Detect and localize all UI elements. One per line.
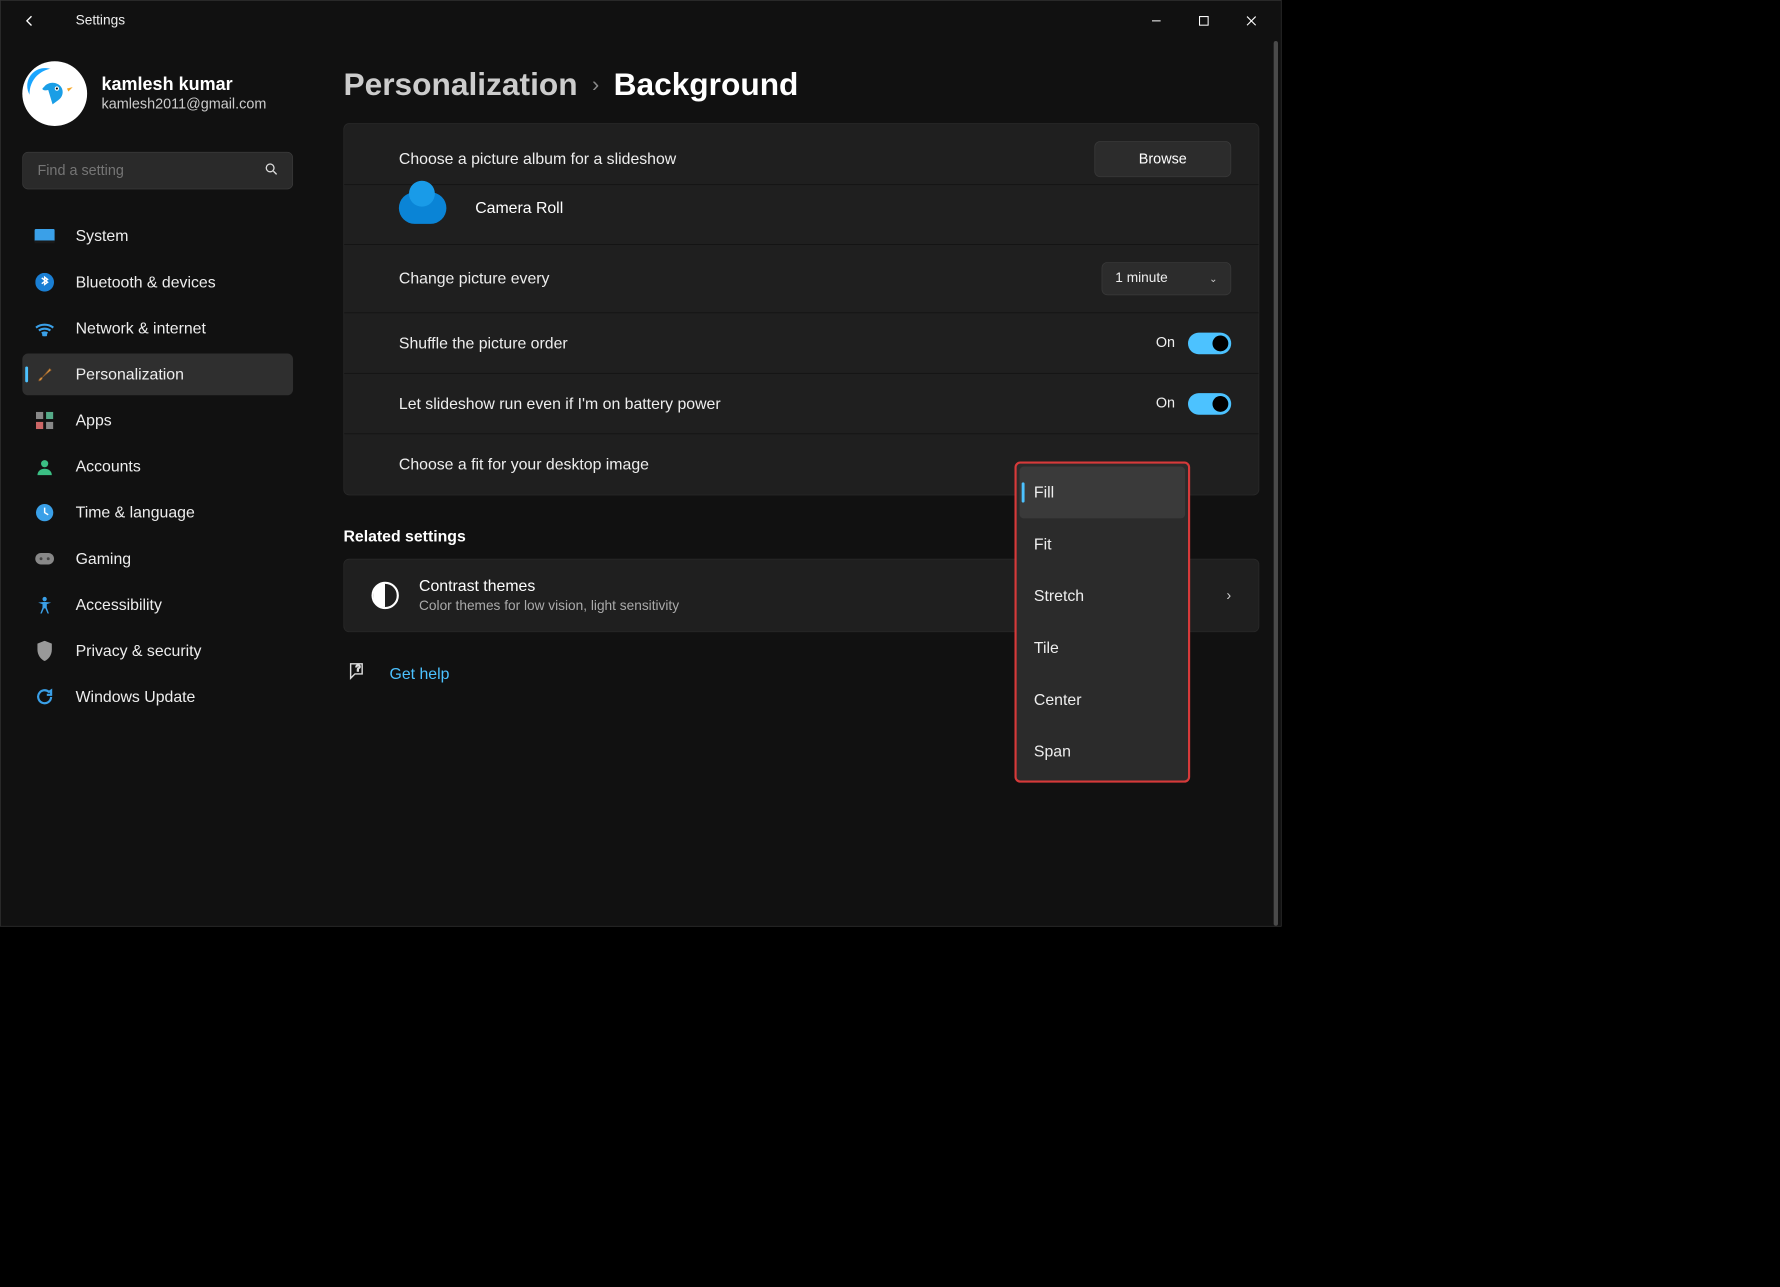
- album-name: Camera Roll: [475, 199, 563, 218]
- shuffle-label: Shuffle the picture order: [399, 334, 1139, 353]
- sidebar-item-label: Windows Update: [76, 688, 196, 707]
- battery-label: Let slideshow run even if I'm on battery…: [399, 394, 831, 413]
- sidebar-item-label: Personalization: [76, 365, 184, 384]
- interval-row: Change picture every 1 minute ⌄: [344, 245, 1258, 313]
- shuffle-state: On: [1156, 335, 1175, 352]
- help-icon: ?: [348, 661, 368, 686]
- fit-option-span[interactable]: Span: [1020, 726, 1186, 778]
- shield-icon: [34, 640, 56, 662]
- window-title: Settings: [76, 13, 125, 29]
- sidebar-item-label: Network & internet: [76, 319, 206, 338]
- sidebar-item-time[interactable]: Time & language: [22, 492, 293, 534]
- album-label: Choose a picture album for a slideshow: [399, 150, 1077, 169]
- sidebar-item-label: Privacy & security: [76, 642, 202, 661]
- contrast-icon: [372, 582, 399, 609]
- user-name: kamlesh kumar: [102, 74, 267, 95]
- user-email: kamlesh2011@gmail.com: [102, 96, 267, 113]
- gamepad-icon: [34, 548, 56, 570]
- battery-state: On: [1156, 395, 1175, 412]
- search-box[interactable]: [22, 152, 293, 189]
- chevron-down-icon: ⌄: [1209, 273, 1217, 285]
- profile[interactable]: kamlesh kumar kamlesh2011@gmail.com: [22, 61, 293, 126]
- sidebar-item-bluetooth[interactable]: Bluetooth & devices: [22, 261, 293, 303]
- search-input[interactable]: [37, 162, 265, 179]
- settings-window: Settings kamlesh kumar kamlesh2011@gmail…: [0, 0, 1282, 927]
- interval-dropdown[interactable]: 1 minute ⌄: [1102, 262, 1232, 295]
- fit-dropdown-flyout: Fill Fit Stretch Tile Center Span: [1014, 462, 1190, 783]
- maximize-button[interactable]: [1180, 5, 1228, 37]
- album-preview: Camera Roll: [344, 185, 1258, 245]
- person-icon: [34, 456, 56, 478]
- update-icon: [34, 686, 56, 708]
- sidebar-item-label: Gaming: [76, 549, 131, 568]
- browse-button[interactable]: Browse: [1094, 141, 1231, 177]
- shuffle-toggle[interactable]: [1188, 332, 1231, 354]
- interval-value: 1 minute: [1115, 271, 1167, 287]
- breadcrumb-current: Background: [614, 67, 799, 103]
- minimize-button[interactable]: [1133, 5, 1181, 37]
- sidebar: kamlesh kumar kamlesh2011@gmail.com Syst…: [1, 41, 303, 926]
- scrollbar[interactable]: [1274, 41, 1278, 926]
- sidebar-item-label: System: [76, 227, 129, 246]
- main-content: Personalization › Background Choose a pi…: [303, 41, 1281, 926]
- apps-icon: [34, 410, 56, 432]
- bluetooth-icon: [34, 271, 56, 293]
- shuffle-row: Shuffle the picture order On: [344, 313, 1258, 373]
- sidebar-item-apps[interactable]: Apps: [22, 400, 293, 442]
- battery-toggle[interactable]: [1188, 393, 1231, 415]
- sidebar-item-label: Accessibility: [76, 595, 162, 614]
- battery-row: Let slideshow run even if I'm on battery…: [344, 374, 1258, 434]
- fit-option-center[interactable]: Center: [1020, 674, 1186, 726]
- titlebar: Settings: [1, 1, 1281, 41]
- search-icon: [265, 162, 278, 179]
- sidebar-item-personalization[interactable]: Personalization: [22, 354, 293, 396]
- breadcrumb-parent[interactable]: Personalization: [343, 67, 577, 103]
- sidebar-item-label: Apps: [76, 411, 112, 430]
- paintbrush-icon: [34, 364, 56, 386]
- wifi-icon: [34, 318, 56, 340]
- fit-option-stretch[interactable]: Stretch: [1020, 570, 1186, 622]
- album-row: Choose a picture album for a slideshow B…: [344, 124, 1258, 185]
- fit-option-fit[interactable]: Fit: [1020, 518, 1186, 570]
- sidebar-item-system[interactable]: System: [22, 215, 293, 257]
- sidebar-item-privacy[interactable]: Privacy & security: [22, 630, 293, 672]
- clock-icon: [34, 502, 56, 524]
- sidebar-item-label: Bluetooth & devices: [76, 273, 216, 292]
- onedrive-icon: [399, 192, 447, 224]
- display-icon: [34, 225, 56, 247]
- sidebar-item-gaming[interactable]: Gaming: [22, 538, 293, 580]
- chevron-right-icon: ›: [592, 73, 599, 97]
- accessibility-icon: [34, 594, 56, 616]
- avatar: [22, 61, 87, 126]
- sidebar-item-label: Time & language: [76, 503, 195, 522]
- sidebar-item-label: Accounts: [76, 457, 141, 476]
- close-button[interactable]: [1228, 5, 1276, 37]
- sidebar-item-update[interactable]: Windows Update: [22, 676, 293, 718]
- breadcrumb: Personalization › Background: [343, 67, 1259, 103]
- sidebar-item-accounts[interactable]: Accounts: [22, 446, 293, 488]
- settings-panel: Choose a picture album for a slideshow B…: [343, 123, 1259, 495]
- fit-option-tile[interactable]: Tile: [1020, 622, 1186, 674]
- nav: System Bluetooth & devices Network & int…: [22, 215, 293, 718]
- interval-label: Change picture every: [399, 269, 1084, 288]
- sidebar-item-network[interactable]: Network & internet: [22, 307, 293, 349]
- chevron-right-icon: ›: [1226, 587, 1231, 604]
- svg-text:?: ?: [356, 663, 361, 673]
- sidebar-item-accessibility[interactable]: Accessibility: [22, 584, 293, 626]
- fit-option-fill[interactable]: Fill: [1020, 467, 1186, 519]
- back-button[interactable]: [14, 5, 46, 37]
- get-help-link[interactable]: Get help: [390, 664, 450, 683]
